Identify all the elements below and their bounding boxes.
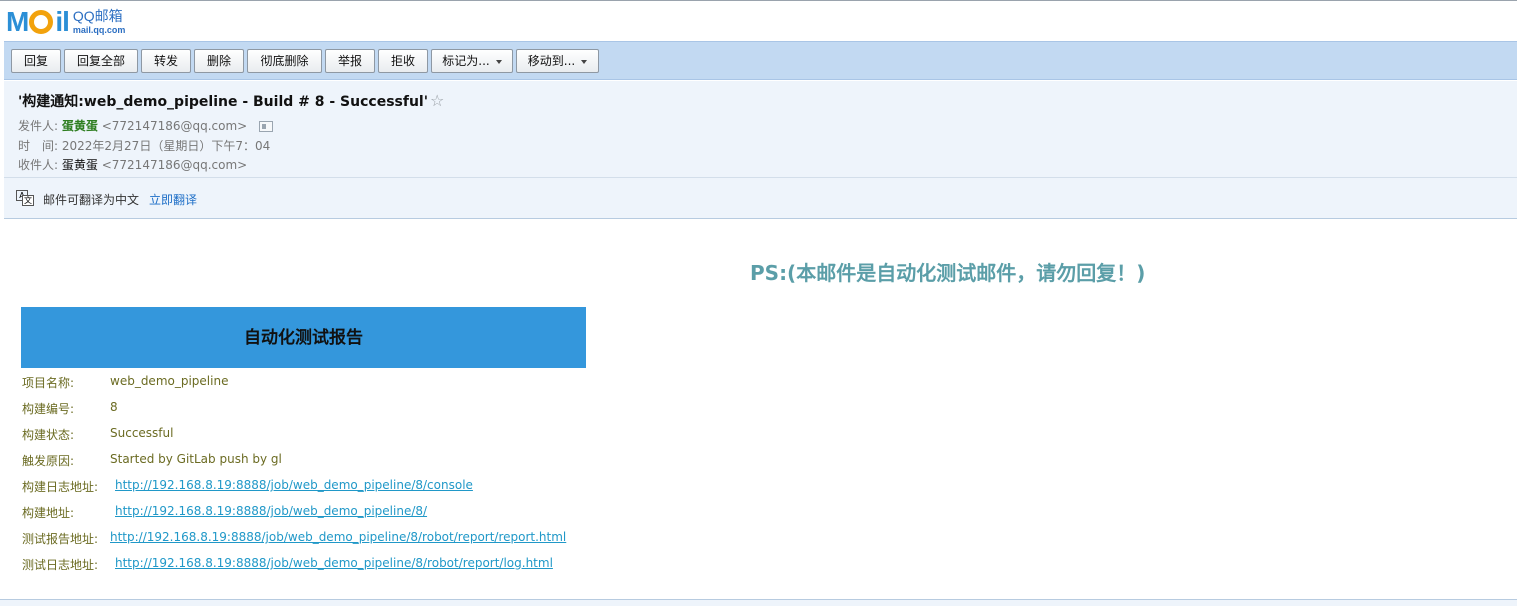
translate-icon: A 文 <box>16 190 34 206</box>
info-key: 测试报告地址: <box>22 532 99 546</box>
reply-all-button-label: 回复全部 <box>76 54 125 68</box>
bottom-border <box>0 599 1517 606</box>
test-report-link[interactable]: http://192.168.8.19:8888/job/web_demo_pi… <box>110 530 566 544</box>
reject-button[interactable]: 拒收 <box>378 49 428 73</box>
logo-cn-text: QQ邮箱 <box>72 8 123 24</box>
time-label: 时 间: <box>18 139 59 153</box>
top-border <box>0 0 1517 1</box>
info-key: 构建状态: <box>22 428 75 442</box>
delete-permanent-button-label: 彻底删除 <box>260 54 309 68</box>
mail-header: '构建通知:web_demo_pipeline - Build # 8 - Su… <box>4 81 1517 177</box>
star-icon[interactable]: ☆ <box>430 91 444 110</box>
ps-notice: PS:(本邮件是自动化测试邮件，请勿回复！) <box>750 261 1146 285</box>
contact-card-icon[interactable] <box>259 121 274 132</box>
reject-button-label: 拒收 <box>390 54 415 68</box>
recipient-address[interactable]: <772147186@qq.com> <box>102 158 248 172</box>
logo-subtitle: QQ邮箱 mail.qq.com <box>73 8 126 36</box>
move-to-label: 移动到... <box>527 54 576 68</box>
logo-o-icon <box>29 10 54 34</box>
recipient-line: 收件人: 蛋黄蛋 <772147186@qq.com> <box>18 156 247 173</box>
translate-hint: 邮件可翻译为中文 <box>43 193 140 207</box>
from-label: 发件人: <box>18 119 59 133</box>
translate-icon-front: 文 <box>22 195 34 206</box>
info-value: Started by GitLab push by gl <box>110 452 282 466</box>
reply-all-button[interactable]: 回复全部 <box>64 49 138 73</box>
mark-as-dropdown[interactable]: 标记为... <box>431 49 513 73</box>
to-label: 收件人: <box>18 158 59 172</box>
logo-letters-il: il <box>55 6 70 37</box>
recipient-name[interactable]: 蛋黄蛋 <box>62 158 98 172</box>
info-value: 8 <box>110 400 118 414</box>
report-title: 自动化测试报告 <box>21 307 586 368</box>
logo-wordmark: M il <box>6 6 70 37</box>
info-key: 项目名称: <box>22 376 75 390</box>
info-key: 构建地址: <box>22 506 75 520</box>
sender-name[interactable]: 蛋黄蛋 <box>62 119 98 133</box>
forward-button-label: 转发 <box>153 54 178 68</box>
info-value: Successful <box>110 426 174 440</box>
info-key: 构建编号: <box>22 402 75 416</box>
test-log-link[interactable]: http://192.168.8.19:8888/job/web_demo_pi… <box>115 556 553 570</box>
chevron-down-icon <box>495 59 502 64</box>
info-key: 测试日志地址: <box>22 558 99 572</box>
chevron-down-icon <box>581 59 588 64</box>
translate-bar: A 文 邮件可翻译为中文 立即翻译 <box>4 177 1517 219</box>
time-value: 2022年2月27日（星期日）下午7：04 <box>61 139 271 153</box>
delete-permanent-button[interactable]: 彻底删除 <box>247 49 322 73</box>
report-spam-button[interactable]: 举报 <box>325 49 375 73</box>
reply-button[interactable]: 回复 <box>11 49 61 73</box>
info-key: 触发原因: <box>22 454 75 468</box>
forward-button[interactable]: 转发 <box>141 49 191 73</box>
delete-button-label: 删除 <box>206 54 231 68</box>
info-value: web_demo_pipeline <box>110 374 229 388</box>
translate-now-link[interactable]: 立即翻译 <box>149 191 197 208</box>
move-to-dropdown[interactable]: 移动到... <box>516 49 599 73</box>
reply-button-label: 回复 <box>23 54 48 68</box>
mark-as-label: 标记为... <box>442 54 490 68</box>
console-log-link[interactable]: http://192.168.8.19:8888/job/web_demo_pi… <box>115 478 473 492</box>
qq-mail-logo[interactable]: M il QQ邮箱 mail.qq.com <box>6 7 125 37</box>
mail-subject: '构建通知:web_demo_pipeline - Build # 8 - Su… <box>18 91 444 111</box>
logo-letter-m: M <box>6 6 29 37</box>
sender-line: 发件人: 蛋黄蛋 <772147186@qq.com> <box>18 117 274 134</box>
report-spam-button-label: 举报 <box>337 54 362 68</box>
subject-text: '构建通知:web_demo_pipeline - Build # 8 - Su… <box>18 94 428 110</box>
mail-toolbar: 回复 回复全部 转发 删除 彻底删除 举报 拒收 标记为... 移动到... <box>4 41 1517 80</box>
time-line: 时 间: 2022年2月27日（星期日）下午7：04 <box>18 137 270 154</box>
build-link[interactable]: http://192.168.8.19:8888/job/web_demo_pi… <box>115 504 427 518</box>
logo-url-text: mail.qq.com <box>72 25 126 35</box>
delete-button[interactable]: 删除 <box>194 49 244 73</box>
sender-address[interactable]: <772147186@qq.com> <box>102 119 248 133</box>
info-key: 构建日志地址: <box>22 480 99 494</box>
